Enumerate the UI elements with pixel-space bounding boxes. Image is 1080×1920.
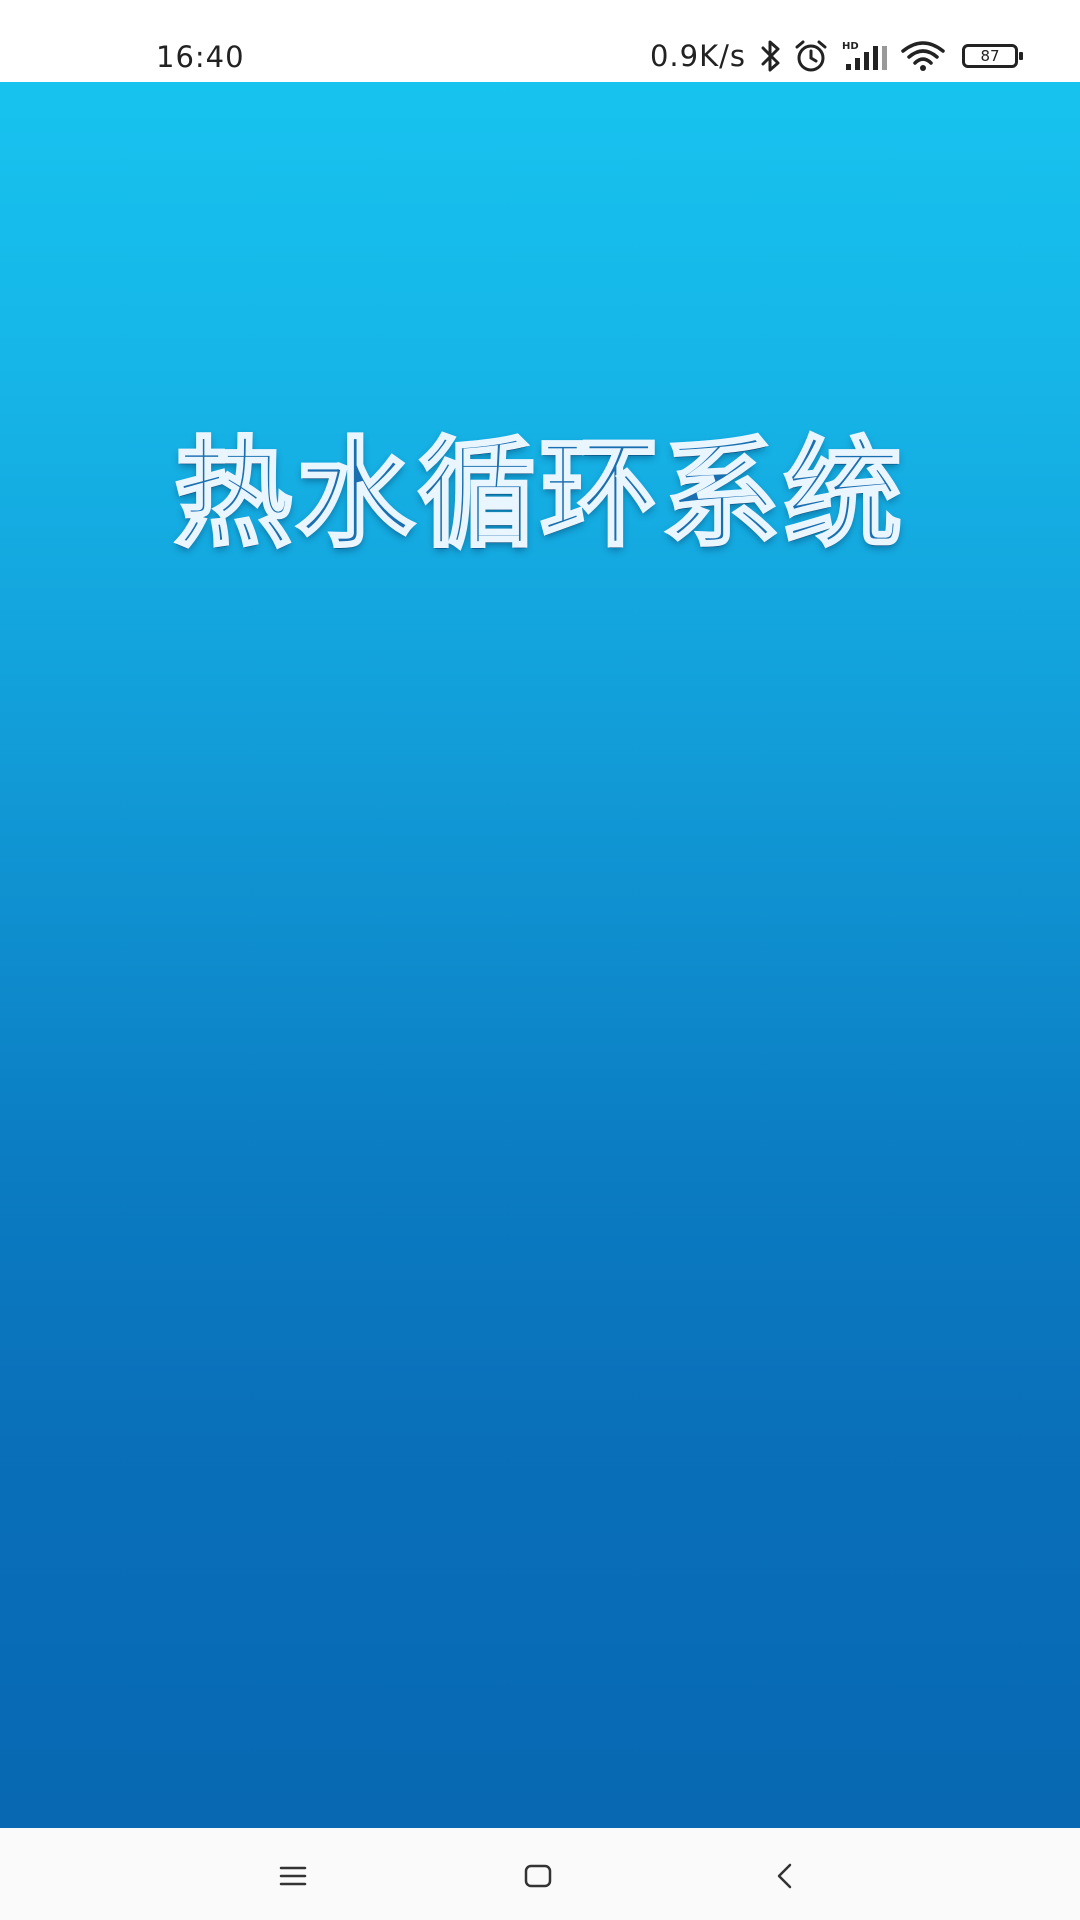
status-icons: 0.9K/s HD 87 — [649, 38, 1023, 74]
splash-background: 热水循环系统 — [0, 82, 1080, 1828]
back-button[interactable] — [757, 1848, 813, 1904]
bluetooth-icon — [760, 39, 782, 73]
alarm-icon — [792, 39, 830, 73]
menu-icon — [278, 1864, 308, 1888]
home-button[interactable] — [510, 1848, 566, 1904]
status-bar: 16:40 0.9K/s HD 87 — [0, 0, 1080, 82]
status-time: 16:40 — [156, 40, 245, 74]
wifi-icon — [900, 39, 946, 73]
home-icon — [523, 1863, 553, 1889]
navigation-bar — [0, 1828, 1080, 1920]
menu-button[interactable] — [265, 1848, 321, 1904]
battery-level: 87 — [980, 47, 1000, 65]
app-screen: 16:40 0.9K/s HD 87 热水循环系统 — [0, 0, 1080, 1920]
hd-signal-icon: HD — [840, 39, 890, 73]
svg-text:HD: HD — [842, 41, 859, 52]
back-icon — [774, 1862, 796, 1890]
battery-icon: 87 — [962, 44, 1023, 68]
app-title: 热水循环系统 — [172, 424, 906, 565]
network-speed: 0.9K/s — [649, 39, 746, 73]
